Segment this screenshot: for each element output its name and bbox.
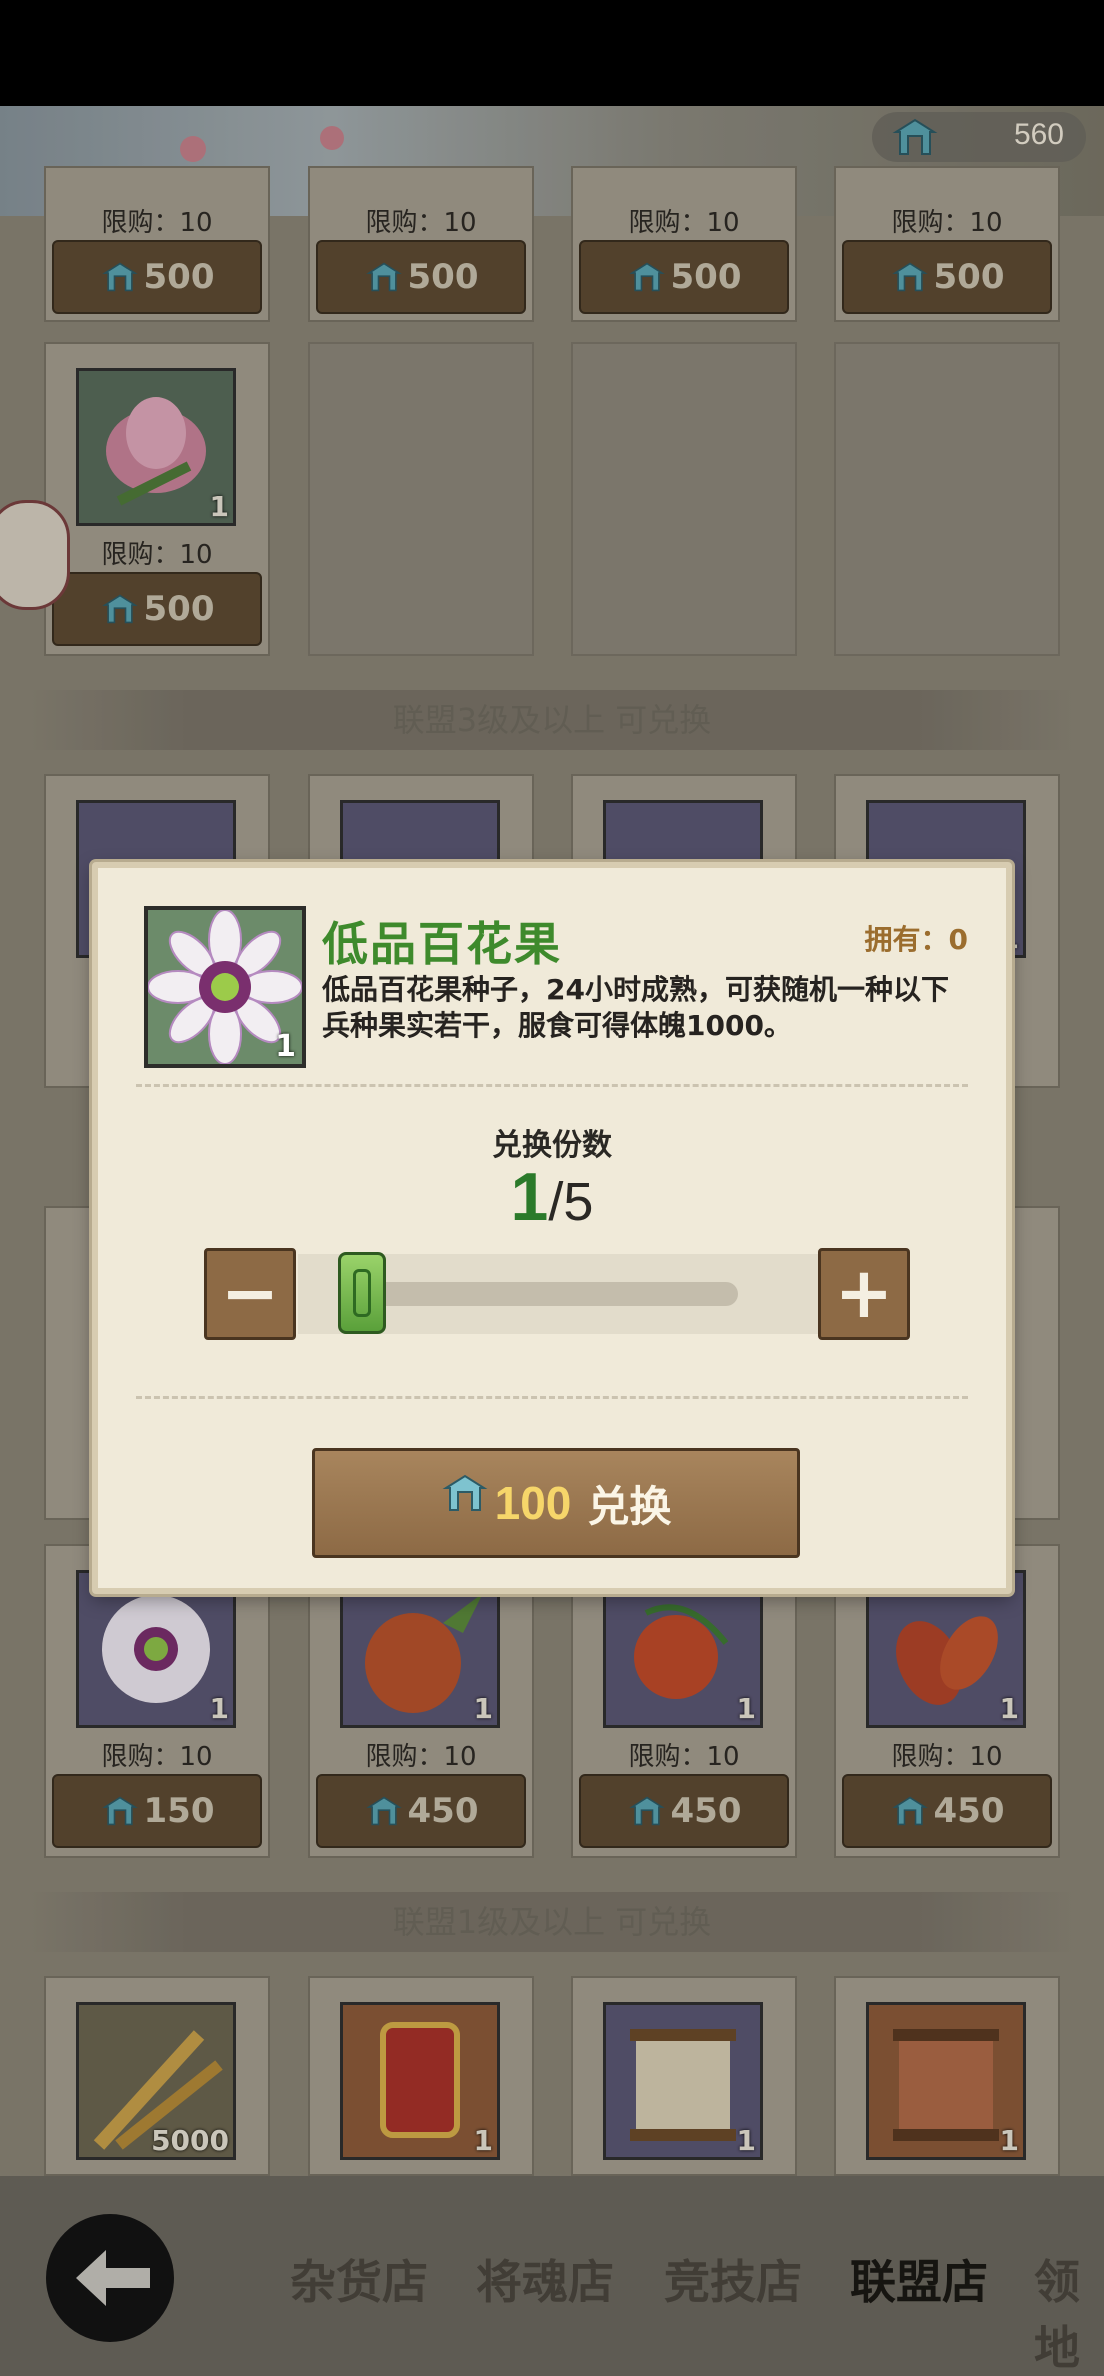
item-description: 低品百花果种子，24小时成熟，可获随机一种以下兵种果实若干，服食可得体魄1000… [322, 973, 949, 1042]
divider [136, 1084, 968, 1087]
quantity-stepper: − + [204, 1248, 910, 1340]
slider-groove [348, 1282, 738, 1306]
status-bar [0, 0, 1104, 106]
exchange-dialog: 1 低品百花果 拥有：0 低品百花果种子，24小时成熟，可获随机一种以下兵种果实… [92, 862, 1012, 1594]
item-name: 低品百花果 [322, 917, 562, 971]
exchange-cost: 100 [494, 1477, 572, 1529]
decrease-button[interactable]: − [204, 1248, 296, 1340]
exchange-button[interactable]: 100 兑换 [312, 1448, 800, 1558]
flower-item-icon: 1 [144, 906, 306, 1068]
exchange-label: 兑换 [587, 1481, 672, 1531]
quantity-separator: / [548, 1172, 564, 1232]
quantity-max: 5 [563, 1172, 594, 1232]
quantity-current: 1 [510, 1159, 549, 1235]
quantity-slider[interactable] [298, 1252, 818, 1334]
slider-handle[interactable] [338, 1252, 386, 1334]
increase-button[interactable]: + [818, 1248, 910, 1340]
quantity-display: 1/5 [98, 1158, 1006, 1236]
owned-count: 拥有：0 [864, 923, 968, 956]
screen: 560 限购：10 500 限购：10 500 限购：10 500 限购：10 … [0, 0, 1104, 2376]
item-quantity: 1 [275, 1029, 296, 1064]
coin-icon [442, 1474, 488, 1511]
divider [136, 1396, 968, 1399]
